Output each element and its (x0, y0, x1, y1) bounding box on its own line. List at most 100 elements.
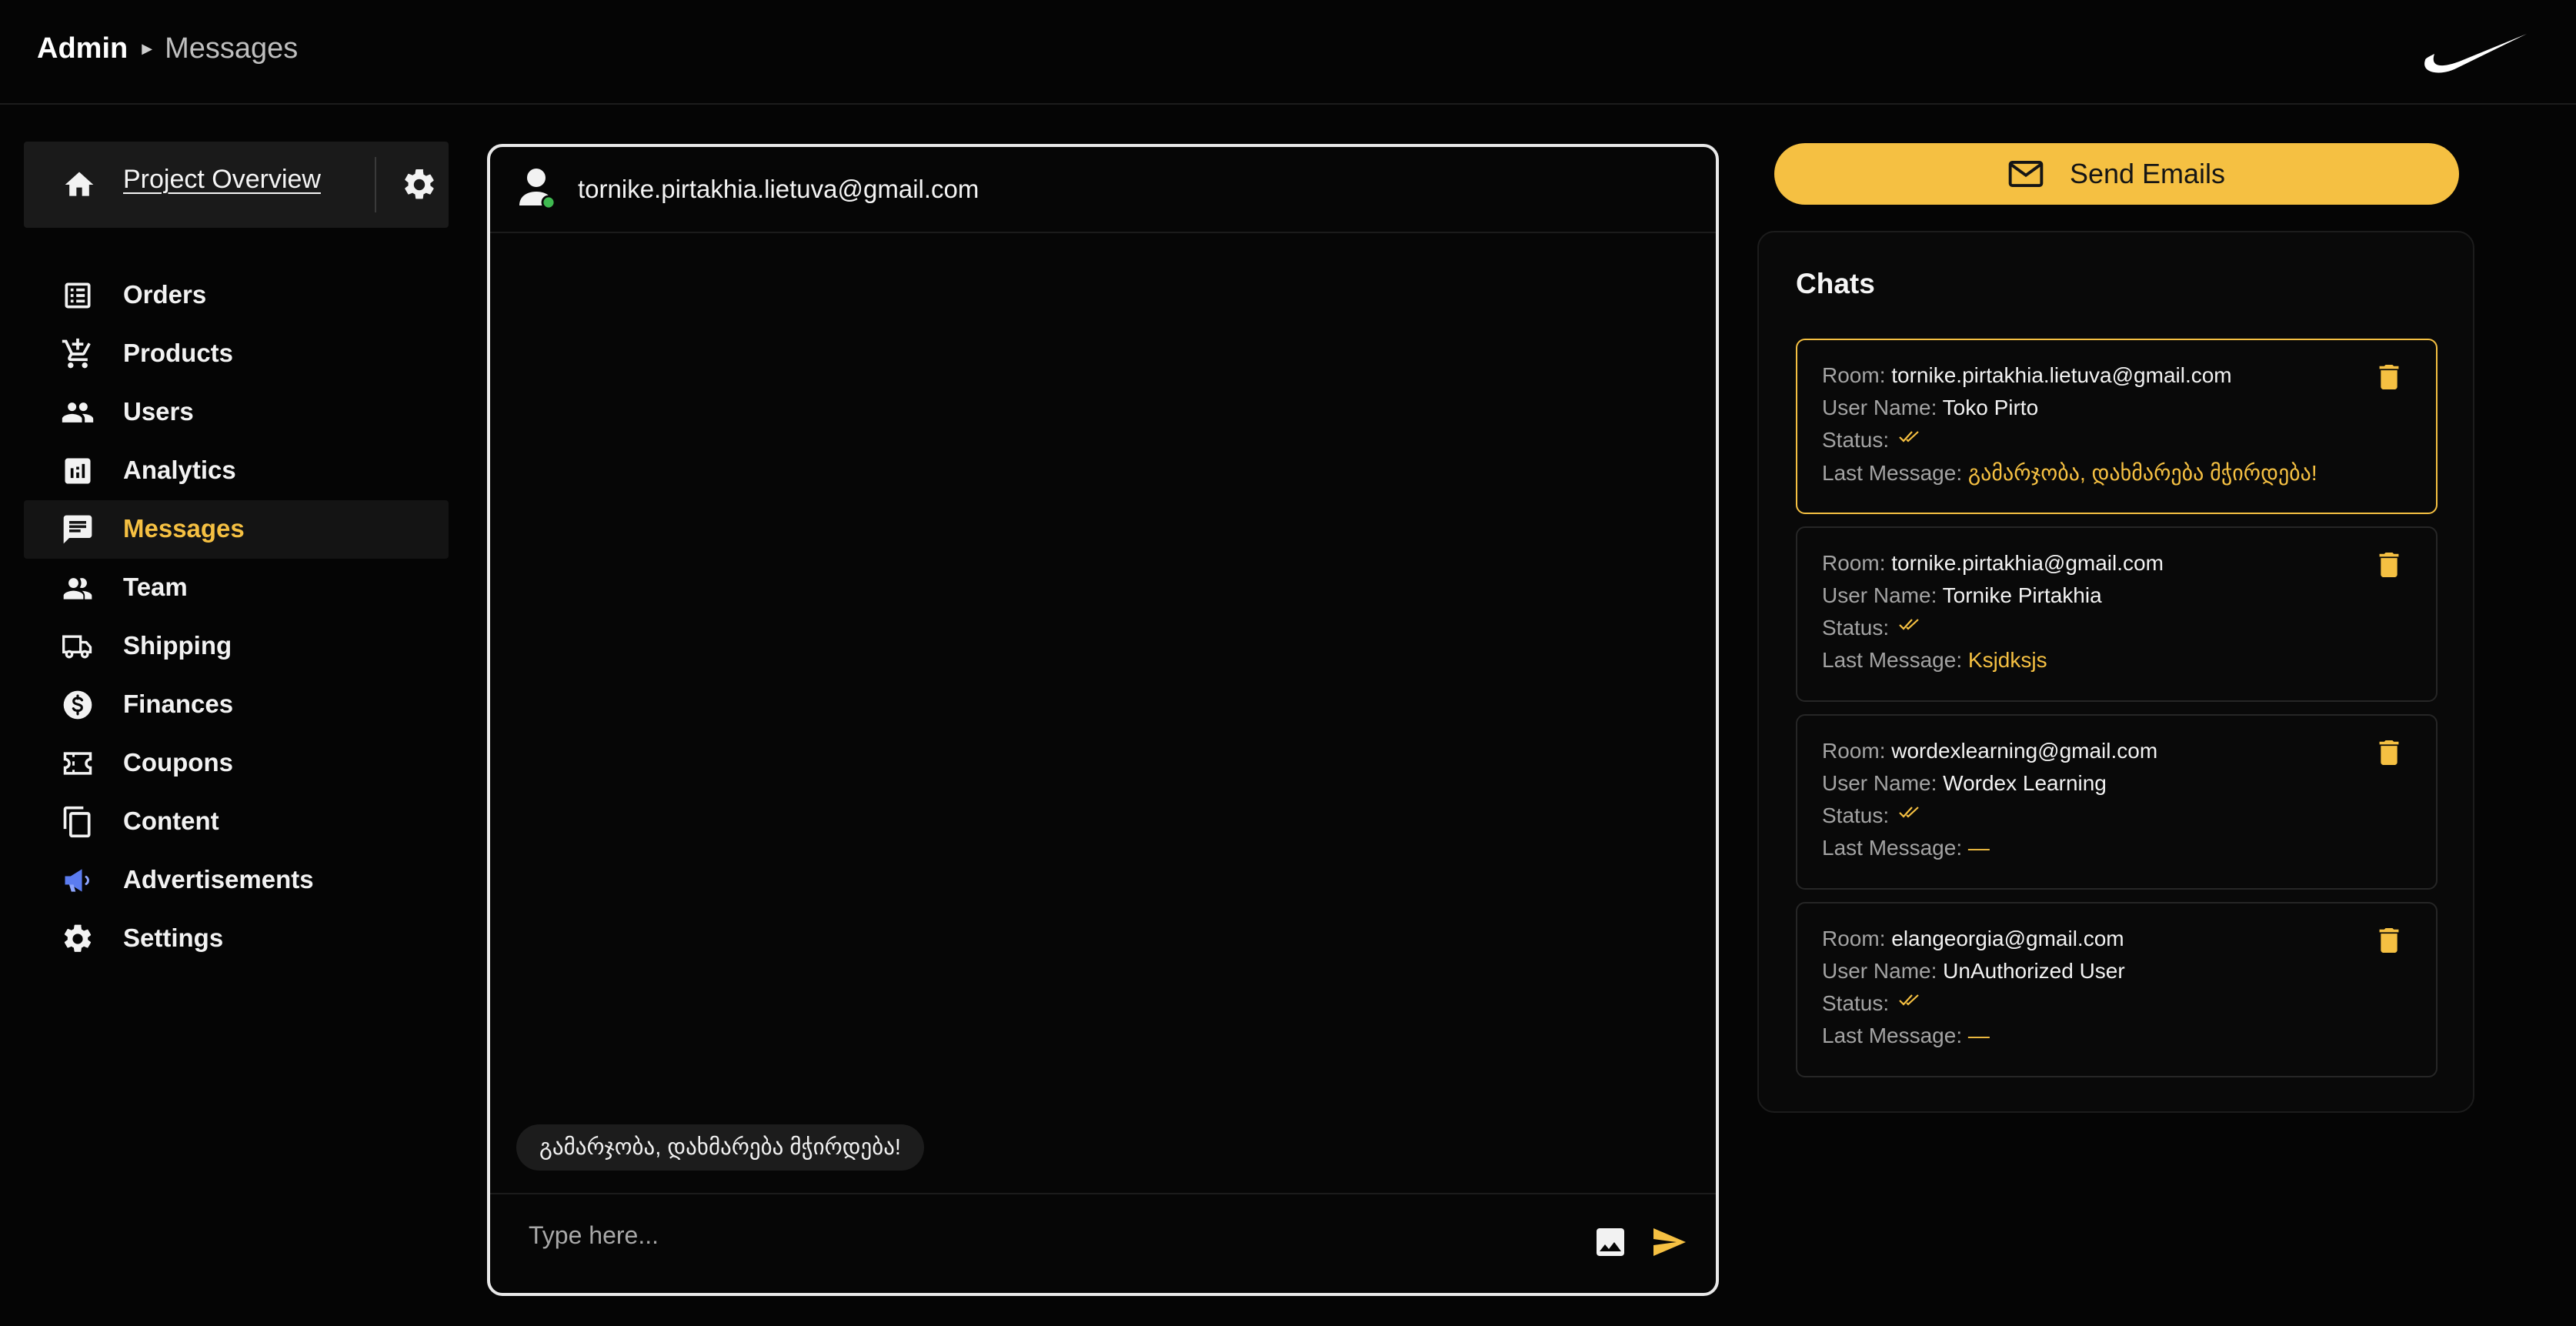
sidebar-item-label: Users (123, 397, 194, 426)
message-icon (63, 515, 92, 544)
sidebar-item-coupons[interactable]: Coupons (24, 734, 449, 793)
last-message-value: — (1967, 1024, 1990, 1047)
sidebar-item-label: Advertisements (123, 865, 314, 893)
room-row: Room: tornike.pirtakhia.lietuva@gmail.co… (1822, 363, 2232, 388)
chat-card[interactable]: Room: tornike.pirtakhia@gmail.com User N… (1796, 526, 2438, 702)
sidebar-item-advertisements[interactable]: Advertisements (24, 851, 449, 910)
user-name-key: User Name: (1822, 959, 1937, 983)
sidebar-item-settings[interactable]: Settings (24, 910, 449, 968)
last-message-row: Last Message: გამარჯობა, დახმარება მჭირდ… (1822, 460, 2317, 486)
user-avatar-icon (519, 169, 556, 210)
breadcrumb-messages: Messages (165, 32, 299, 65)
chat-card[interactable]: Room: wordexlearning@gmail.com User Name… (1796, 714, 2438, 890)
chat-window: tornike.pirtakhia.lietuva@gmail.com გამა… (487, 144, 1719, 1296)
sidebar-item-label: Coupons (123, 748, 233, 777)
room-value: tornike.pirtakhia.lietuva@gmail.com (1891, 363, 2232, 387)
room-key: Room: (1822, 927, 1886, 950)
last-message-key: Last Message: (1822, 836, 1963, 860)
team-icon (63, 578, 92, 600)
status-key: Status: (1822, 803, 1890, 827)
sidebar-item-label: Settings (123, 924, 224, 952)
top-bar: Admin ▶ Messages (0, 0, 2576, 105)
last-message-value: — (1967, 836, 1990, 860)
sidebar-item-team[interactable]: Team (24, 559, 449, 617)
user-name-row: User Name: Toko Pirto (1822, 396, 2038, 420)
user-name-value: Toko Pirto (1942, 396, 2039, 419)
sidebar-item-label: Finances (123, 690, 234, 718)
sidebar-item-orders[interactable]: Orders (24, 266, 449, 325)
message-composer (490, 1193, 1716, 1293)
chats-title: Chats (1796, 268, 1875, 299)
user-name-key: User Name: (1822, 396, 1937, 419)
status-row: Status: (1822, 991, 1889, 1016)
send-emails-button[interactable]: Send Emails (1774, 143, 2459, 205)
sidebar-item-label: Team (123, 573, 188, 601)
status-key: Status: (1822, 428, 1890, 452)
sidebar-nav: Orders Products Users Analytics Messages (24, 266, 449, 968)
sidebar-item-label: Orders (123, 280, 207, 309)
send-emails-label: Send Emails (2069, 158, 2226, 189)
last-message-key: Last Message: (1822, 461, 1963, 485)
sidebar-item-users[interactable]: Users (24, 383, 449, 442)
trash-icon[interactable] (2379, 553, 2399, 577)
room-row: Room: tornike.pirtakhia@gmail.com (1822, 551, 2164, 576)
message-bubble: გამარჯობა, დახმარება მჭირდება! (516, 1124, 924, 1171)
truck-icon (62, 635, 92, 659)
users-icon (62, 402, 94, 423)
trash-icon[interactable] (2379, 365, 2399, 389)
trash-icon[interactable] (2379, 928, 2399, 953)
user-name-row: User Name: Tornike Pirtakhia (1822, 583, 2102, 608)
sidebar-item-products[interactable]: Products (24, 325, 449, 383)
chats-panel: Chats Room: tornike.pirtakhia.lietuva@gm… (1757, 231, 2474, 1113)
sidebar-item-label: Messages (123, 514, 245, 543)
ticket-icon (63, 752, 92, 775)
nike-logo-icon[interactable] (2424, 31, 2528, 74)
chat-recipient-email: tornike.pirtakhia.lietuva@gmail.com (578, 175, 979, 203)
status-row: Status: (1822, 428, 1889, 453)
project-overview-link[interactable]: Project Overview (123, 165, 321, 195)
room-value: tornike.pirtakhia@gmail.com (1891, 551, 2164, 575)
sidebar-item-finances[interactable]: Finances (24, 676, 449, 734)
last-message-row: Last Message: — (1822, 1024, 1990, 1048)
room-row: Room: elangeorgia@gmail.com (1822, 927, 2124, 951)
last-message-key: Last Message: (1822, 1024, 1963, 1047)
sidebar-item-label: Analytics (123, 456, 236, 484)
home-icon (65, 172, 94, 196)
mail-icon (2008, 161, 2044, 187)
trash-icon[interactable] (2379, 740, 2399, 765)
user-name-key: User Name: (1822, 771, 1937, 795)
status-row: Status: (1822, 803, 1889, 828)
status-row: Status: (1822, 616, 1889, 640)
gear-icon[interactable] (401, 166, 438, 203)
chat-card[interactable]: Room: elangeorgia@gmail.com User Name: U… (1796, 902, 2438, 1077)
sidebar-item-analytics[interactable]: Analytics (24, 442, 449, 500)
last-message-value: გამარჯობა, დახმარება მჭირდება! (1967, 461, 2317, 485)
chat-card[interactable]: Room: tornike.pirtakhia.lietuva@gmail.co… (1796, 339, 2438, 514)
room-row: Room: wordexlearning@gmail.com (1822, 739, 2157, 763)
room-key: Room: (1822, 551, 1886, 575)
user-name-row: User Name: UnAuthorized User (1822, 959, 2125, 984)
image-attach-icon[interactable] (1592, 1224, 1629, 1261)
sidebar-item-content[interactable]: Content (24, 793, 449, 851)
sidebar-item-shipping[interactable]: Shipping (24, 617, 449, 676)
last-message-key: Last Message: (1822, 648, 1963, 672)
user-name-key: User Name: (1822, 583, 1937, 607)
sidebar-item-label: Content (123, 807, 219, 835)
copy-icon (63, 806, 91, 838)
last-message-value: Ksjdksjs (1967, 648, 2047, 672)
message-input[interactable] (527, 1211, 1530, 1259)
last-message-row: Last Message: — (1822, 836, 1990, 860)
room-key: Room: (1822, 739, 1886, 763)
send-icon[interactable] (1649, 1224, 1689, 1261)
user-name-value: Tornike Pirtakhia (1942, 583, 2102, 607)
room-key: Room: (1822, 363, 1886, 387)
double-check-icon (1899, 619, 1919, 630)
sidebar-item-messages[interactable]: Messages (24, 500, 449, 559)
list-icon (65, 282, 91, 309)
sidebar-item-label: Shipping (123, 631, 232, 660)
breadcrumb-admin[interactable]: Admin (37, 32, 128, 65)
megaphone-icon (65, 869, 89, 892)
user-name-value: UnAuthorized User (1943, 959, 2125, 983)
status-key: Status: (1822, 616, 1890, 640)
cart-icon (62, 338, 91, 369)
